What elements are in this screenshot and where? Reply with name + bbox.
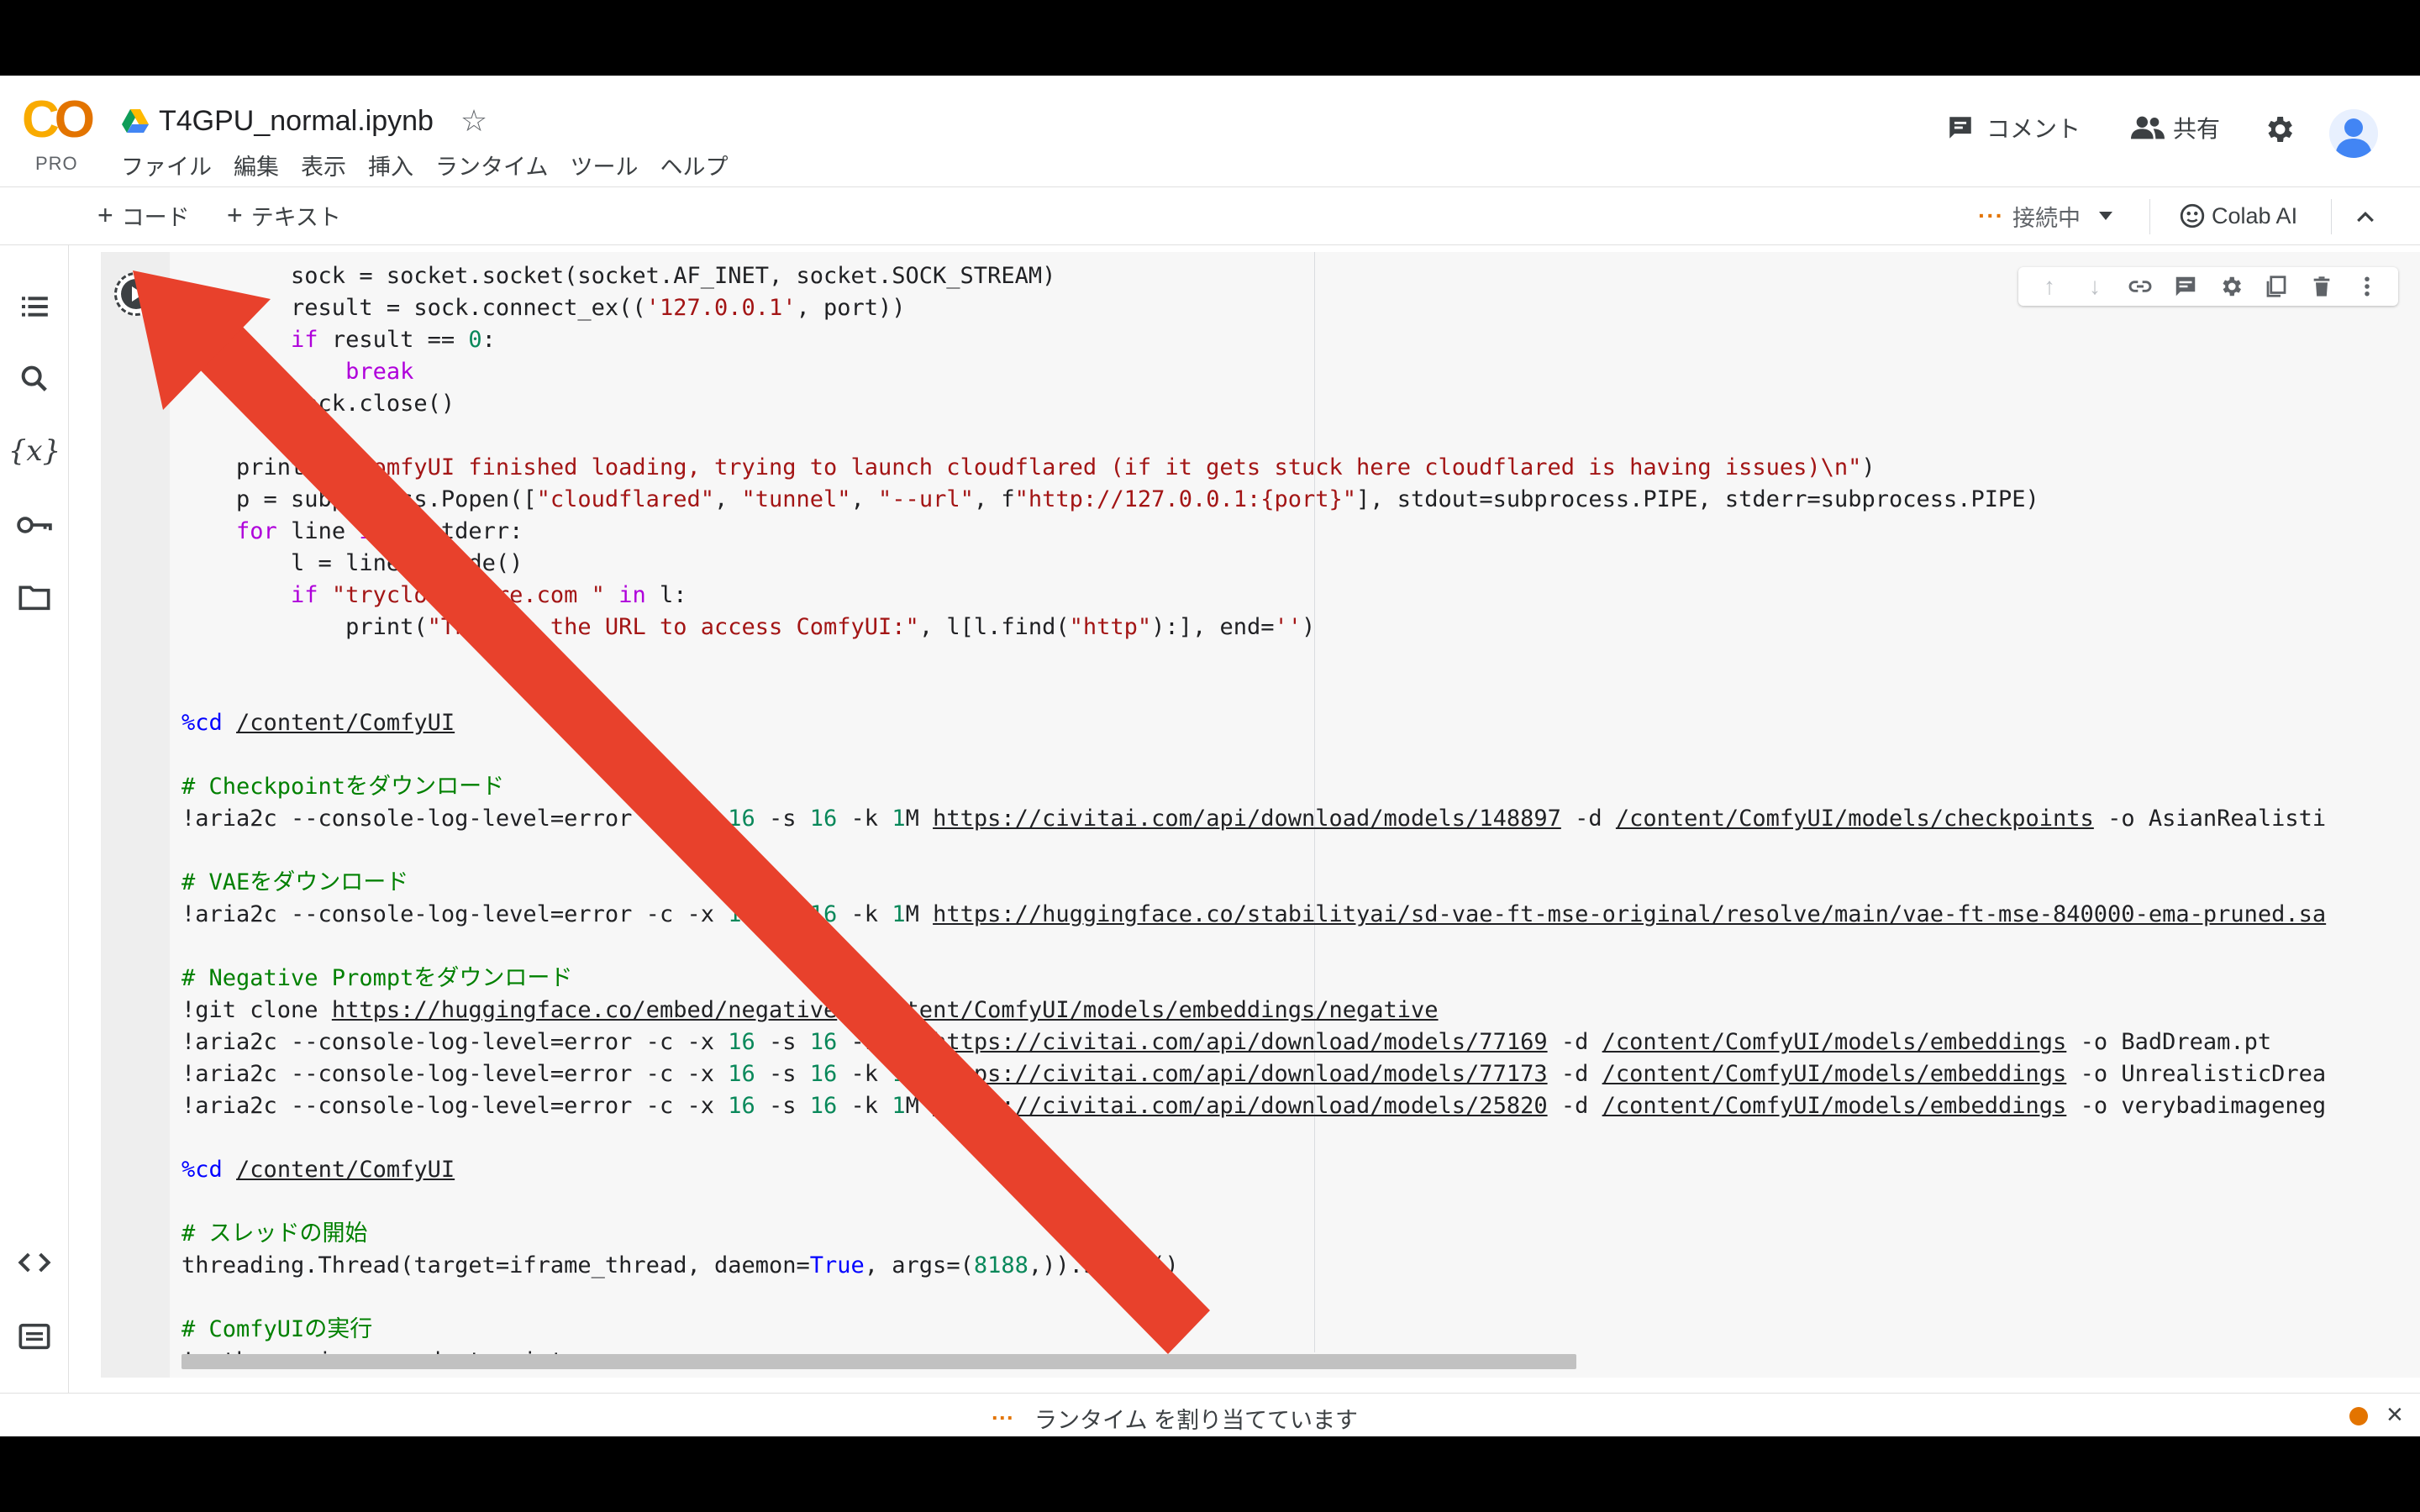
- code-line[interactable]: if "trycloudflare.com " in l:: [182, 580, 687, 612]
- title-row: T4GPU_normal.ipynb ☆: [122, 97, 487, 144]
- settings-icon[interactable]: [2208, 267, 2254, 306]
- code-line[interactable]: l = line.decode(): [182, 548, 523, 580]
- header: CO PRO T4GPU_normal.ipynb ☆ ファイル 編集 表示 挿…: [0, 76, 2420, 186]
- play-icon: [121, 279, 151, 309]
- add-code-label: コード: [121, 205, 190, 230]
- code-snippets-icon[interactable]: [15, 1243, 54, 1282]
- loading-dots-icon: ···: [992, 1405, 1014, 1431]
- notebook-title[interactable]: T4GPU_normal.ipynb: [159, 105, 434, 138]
- code-line[interactable]: # Checkpointをダウンロード: [182, 771, 504, 803]
- status-bar: ··· ランタイム を割り当てています ×: [0, 1393, 2420, 1436]
- plus-icon: +: [97, 200, 113, 230]
- share-label: 共有: [2173, 116, 2221, 142]
- collapse-chevron-up-icon[interactable]: [2353, 204, 2378, 229]
- status-message: ··· ランタイム を割り当てています: [992, 1402, 1358, 1435]
- notebook-toolbar: + コード + テキスト ··· 接続中 Colab AI: [0, 186, 2420, 245]
- toc-icon[interactable]: [15, 287, 54, 326]
- comment-button[interactable]: コメント: [1946, 111, 2081, 144]
- code-line[interactable]: !aria2c --console-log-level=error -c -x …: [182, 1058, 2326, 1090]
- code-line[interactable]: print("This is the URL to access ComfyUI…: [182, 612, 1315, 643]
- google-drive-icon: [122, 109, 149, 133]
- code-line[interactable]: %cd /content/ComfyUI: [182, 707, 455, 739]
- code-editor[interactable]: sock = socket.socket(socket.AF_INET, soc…: [182, 252, 2400, 1361]
- link-icon[interactable]: [2118, 267, 2163, 306]
- more-vert-icon[interactable]: [2344, 267, 2390, 306]
- colab-ai-button[interactable]: Colab AI: [2178, 197, 2297, 234]
- connection-status-button[interactable]: ··· 接続中: [1978, 197, 2112, 234]
- connection-status-label: 接続中: [2012, 205, 2081, 231]
- star-icon[interactable]: ☆: [460, 103, 487, 139]
- cell-gutter: [101, 252, 170, 1378]
- toolbar-divider: [2331, 199, 2332, 234]
- move-down-icon[interactable]: ↓: [2072, 267, 2118, 306]
- code-line[interactable]: threading.Thread(target=iframe_thread, d…: [182, 1250, 1179, 1282]
- menu-bar: ファイル 編集 表示 挿入 ランタイム ツール ヘルプ: [121, 146, 750, 183]
- horizontal-scrollbar[interactable]: [182, 1354, 1576, 1369]
- code-cell[interactable]: sock = socket.socket(socket.AF_INET, soc…: [101, 252, 2420, 1378]
- menu-view[interactable]: 表示: [301, 149, 346, 181]
- left-sidebar: {x}: [0, 245, 69, 1436]
- menu-tools[interactable]: ツール: [570, 149, 638, 181]
- share-button[interactable]: 共有: [2131, 111, 2220, 144]
- code-line[interactable]: print("\nComfyUI finished loading, tryin…: [182, 452, 1876, 484]
- toolbar-divider: [2149, 199, 2150, 234]
- menu-runtime[interactable]: ランタイム: [435, 149, 548, 181]
- command-palette-icon[interactable]: [15, 1317, 54, 1356]
- code-line[interactable]: sock = socket.socket(socket.AF_INET, soc…: [182, 260, 1055, 292]
- menu-edit[interactable]: 編集: [234, 149, 279, 181]
- code-line[interactable]: !git clone https://huggingface.co/embed/…: [182, 995, 1439, 1026]
- secrets-key-icon[interactable]: [15, 506, 54, 544]
- add-text-label: テキスト: [250, 205, 341, 230]
- logo-text: CO: [22, 91, 95, 149]
- plus-icon: +: [227, 200, 243, 230]
- variables-icon[interactable]: {x}: [8, 432, 60, 470]
- close-icon[interactable]: ×: [2386, 1399, 2403, 1431]
- comment-label: コメント: [1986, 116, 2081, 142]
- avatar-icon: [2329, 109, 2378, 158]
- code-line[interactable]: result = sock.connect_ex(('127.0.0.1', p…: [182, 292, 906, 324]
- code-line[interactable]: # スレッドの開始: [182, 1218, 368, 1250]
- code-line[interactable]: sock.close(): [182, 388, 455, 420]
- add-text-button[interactable]: + テキスト: [227, 199, 341, 232]
- code-line[interactable]: !aria2c --console-log-level=error -c -x …: [182, 1026, 2271, 1058]
- files-folder-icon[interactable]: [15, 578, 54, 617]
- code-line[interactable]: !aria2c --console-log-level=error -c -x …: [182, 899, 2326, 931]
- connecting-dots-icon: ···: [1978, 202, 2004, 228]
- move-up-icon[interactable]: ↑: [2027, 267, 2072, 306]
- colab-logo[interactable]: CO PRO: [22, 91, 97, 175]
- code-line[interactable]: if result == 0:: [182, 324, 496, 356]
- chevron-down-icon[interactable]: [2098, 212, 2112, 220]
- code-line[interactable]: # VAEをダウンロード: [182, 867, 408, 899]
- status-dot-icon: [2349, 1407, 2368, 1425]
- settings-gear-icon[interactable]: [2262, 113, 2296, 146]
- menu-help[interactable]: ヘルプ: [660, 149, 728, 181]
- people-icon: [2131, 116, 2165, 139]
- menu-insert[interactable]: 挿入: [368, 149, 413, 181]
- comment-icon[interactable]: [2163, 267, 2208, 306]
- code-line[interactable]: p = subprocess.Popen(["cloudflared", "tu…: [182, 484, 2039, 516]
- code-line[interactable]: !aria2c --console-log-level=error -c -x …: [182, 1090, 2326, 1122]
- cell-toolbar: ↑ ↓: [2018, 267, 2398, 306]
- code-line[interactable]: !aria2c --console-log-level=error -c -x …: [182, 803, 2326, 835]
- comment-icon: [1949, 117, 1971, 139]
- pro-badge: PRO: [35, 153, 78, 174]
- run-cell-button[interactable]: [114, 272, 158, 316]
- add-code-button[interactable]: + コード: [97, 199, 190, 232]
- status-message-text: ランタイム を割り当てています: [1034, 1408, 1358, 1433]
- colab-ai-label: Colab AI: [2212, 202, 2298, 228]
- code-line[interactable]: # Negative Promptをダウンロード: [182, 963, 572, 995]
- mirror-cell-icon[interactable]: [2254, 267, 2299, 306]
- code-line[interactable]: %cd /content/ComfyUI: [182, 1154, 455, 1186]
- colab-window: CO PRO T4GPU_normal.ipynb ☆ ファイル 編集 表示 挿…: [0, 76, 2420, 1436]
- delete-icon[interactable]: [2299, 267, 2344, 306]
- colab-ai-icon: [2180, 203, 2205, 228]
- user-avatar[interactable]: [2329, 109, 2378, 158]
- code-line[interactable]: break: [182, 356, 413, 388]
- search-icon[interactable]: [15, 360, 54, 398]
- code-line[interactable]: for line in p.stderr:: [182, 516, 523, 548]
- code-line[interactable]: # ComfyUIの実行: [182, 1314, 372, 1346]
- text-cursor-icon: I: [696, 796, 713, 830]
- menu-file[interactable]: ファイル: [121, 149, 212, 181]
